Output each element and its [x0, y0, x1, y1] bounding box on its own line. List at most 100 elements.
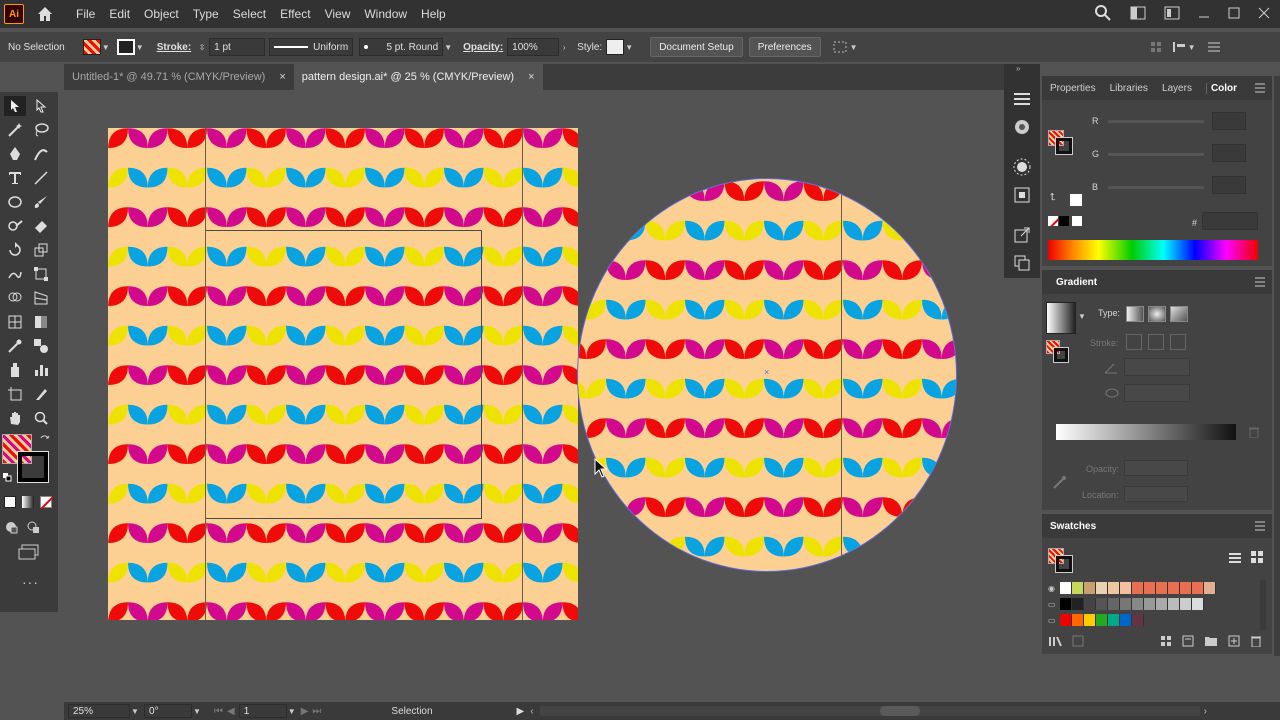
blend-tool[interactable] [30, 336, 52, 356]
eyedropper-tool[interactable] [4, 336, 26, 356]
grid-view-icon[interactable] [1250, 550, 1264, 564]
symbols-icon[interactable] [1013, 186, 1031, 204]
shaper-tool[interactable] [4, 216, 26, 236]
lasso-tool[interactable] [30, 120, 52, 140]
draw-behind-icon[interactable] [26, 520, 40, 534]
curvature-tool[interactable] [30, 144, 52, 164]
none-mode-icon[interactable] [40, 496, 54, 510]
menu-window[interactable]: Window [364, 7, 407, 21]
distribute-dropdown-icon[interactable]: ▼ [1187, 40, 1197, 54]
swatch-chip[interactable] [1060, 614, 1072, 626]
menu-view[interactable]: View [325, 7, 351, 21]
scroll-left-icon[interactable]: ‹ [530, 706, 533, 717]
swatch-chip[interactable] [1144, 598, 1156, 610]
swatch-chip[interactable] [1132, 598, 1144, 610]
mesh-tool[interactable] [4, 312, 26, 332]
scroll-right-icon[interactable]: › [1204, 706, 1207, 717]
swatch-chip[interactable] [1132, 582, 1144, 594]
draw-normal-icon[interactable] [4, 520, 18, 534]
swatches-title[interactable]: Swatches [1050, 521, 1096, 532]
stroke-dropdown-icon[interactable]: ▼ [135, 40, 145, 54]
menu-select[interactable]: Select [233, 7, 266, 21]
line-tool[interactable] [30, 168, 52, 188]
maximize-icon[interactable] [1228, 7, 1240, 19]
gradient-preview[interactable] [1046, 302, 1076, 334]
rotation-dropdown-icon[interactable]: ▼ [192, 704, 202, 718]
puppet-warp-icon[interactable] [831, 39, 849, 55]
swatch-chip[interactable] [1168, 582, 1180, 594]
gradient-stroke-swatch[interactable] [1053, 347, 1069, 363]
swatch-options-icon[interactable] [1160, 635, 1172, 647]
swatch-chip[interactable] [1120, 614, 1132, 626]
rotation-field[interactable]: 0° [144, 704, 192, 718]
style-dropdown-icon[interactable]: ▼ [624, 40, 634, 54]
canvas[interactable]: × [64, 92, 1004, 700]
fill-swatch[interactable] [82, 39, 101, 55]
horizontal-scrollbar[interactable] [539, 706, 1200, 716]
swatches-stroke-swatch[interactable] [1055, 555, 1073, 573]
status-arrow-icon[interactable]: ▶ [517, 706, 525, 717]
search-icon[interactable] [1094, 4, 1112, 22]
stroke-weight-field[interactable]: 1 pt [209, 38, 266, 56]
tab-libraries[interactable]: Libraries [1110, 83, 1148, 94]
symbol-sprayer-tool[interactable] [4, 360, 26, 380]
delete-swatch-icon[interactable] [1250, 635, 1262, 647]
brush-select[interactable]: 5 pt. Round [359, 38, 444, 56]
place-swatch-icon[interactable] [1072, 635, 1084, 647]
stroke-swatch[interactable] [116, 39, 135, 55]
swatch-libraries-icon[interactable] [1048, 635, 1062, 647]
swatch-chip[interactable] [1120, 582, 1132, 594]
appearance-icon[interactable] [1013, 118, 1031, 136]
magic-wand-tool[interactable] [4, 120, 26, 140]
scale-tool[interactable] [30, 240, 52, 260]
first-artboard-icon[interactable]: ⏮ [214, 706, 223, 717]
tab-pattern-design-close-icon[interactable]: × [528, 71, 534, 83]
swatch-chip[interactable] [1084, 582, 1096, 594]
swatch-chip[interactable] [1096, 582, 1108, 594]
free-transform-tool[interactable] [30, 264, 52, 284]
zoom-field[interactable]: 25% [68, 704, 130, 718]
menu-edit[interactable]: Edit [109, 7, 130, 21]
menu-file[interactable]: File [76, 7, 95, 21]
brushes-icon[interactable] [1013, 158, 1031, 176]
warp-tool[interactable] [4, 264, 26, 284]
artboard-tool[interactable] [4, 384, 26, 404]
swatch-chip[interactable] [1060, 582, 1072, 594]
tab-pattern-design[interactable]: pattern design.ai* @ 25 % (CMYK/Preview)… [293, 64, 543, 90]
swatch-chip[interactable] [1168, 598, 1180, 610]
gradient-title[interactable]: Gradient [1056, 277, 1097, 288]
screen-mode-icon[interactable] [18, 544, 40, 560]
artboard-field[interactable]: 1 [238, 704, 287, 718]
stroke-swatch-box[interactable] [17, 451, 49, 483]
panel-scrollbar[interactable] [1274, 76, 1280, 656]
prev-artboard-icon[interactable]: ◀ [227, 706, 235, 717]
fill-dropdown-icon[interactable]: ▼ [101, 40, 111, 54]
style-swatch[interactable] [606, 39, 625, 55]
tab-layers[interactable]: Layers [1162, 83, 1192, 94]
out-of-gamut-icon[interactable]: ⮤ [1050, 192, 1056, 203]
shape-builder-tool[interactable] [4, 288, 26, 308]
swatch-chip[interactable] [1180, 582, 1192, 594]
new-group-icon[interactable] [1204, 635, 1218, 647]
distribute-icon[interactable] [1171, 40, 1187, 54]
pattern-circle[interactable]: × [577, 178, 957, 572]
gradient-tool[interactable] [30, 312, 52, 332]
fill-stroke-widget[interactable] [2, 434, 52, 484]
next-artboard-icon[interactable]: ▶ [301, 706, 309, 717]
b-slider[interactable] [1108, 186, 1204, 189]
home-icon[interactable] [36, 5, 54, 23]
swatch-chip[interactable] [1072, 598, 1084, 610]
r-slider[interactable] [1108, 120, 1204, 123]
swatch-chip[interactable] [1084, 598, 1096, 610]
artboard-pattern[interactable] [108, 128, 578, 620]
g-slider[interactable] [1108, 153, 1204, 156]
swatch-chip[interactable] [1144, 582, 1156, 594]
close-icon[interactable] [1258, 7, 1270, 19]
opacity-field[interactable]: 100% [507, 38, 560, 56]
artboard-dropdown-icon[interactable]: ▼ [287, 704, 297, 718]
selection-tool[interactable] [4, 96, 26, 116]
properties-menu-icon[interactable] [1013, 92, 1031, 106]
brush-dropdown-icon[interactable]: ▼ [443, 40, 453, 54]
artboards-icon[interactable] [1013, 254, 1031, 272]
swatch-chip[interactable] [1072, 582, 1084, 594]
